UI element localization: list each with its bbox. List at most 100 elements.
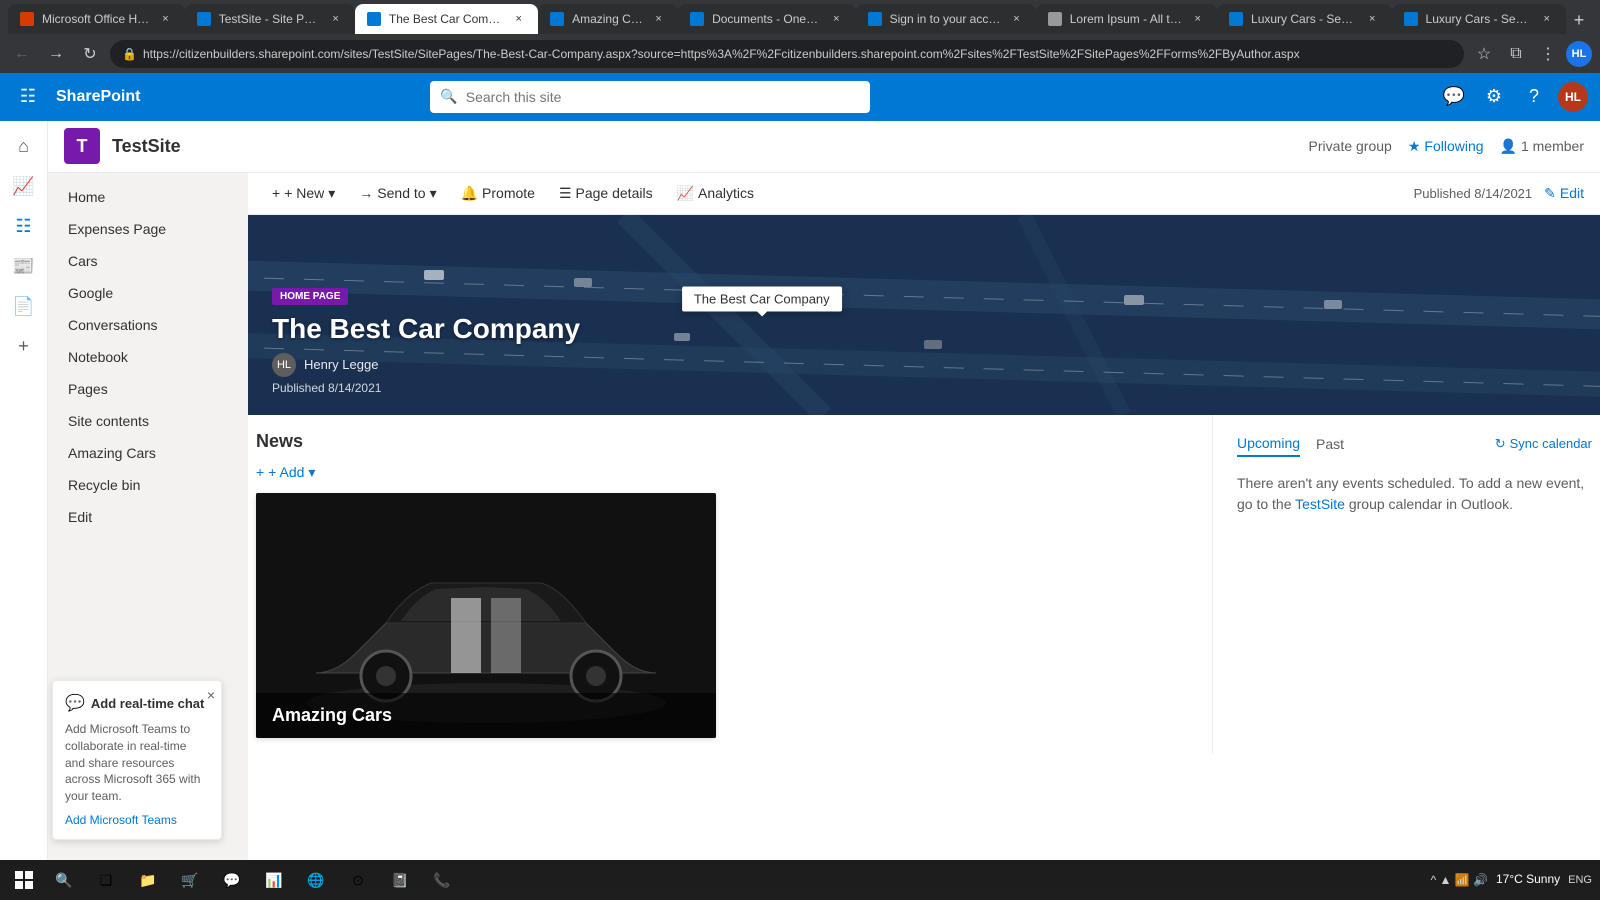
events-tabs: Upcoming Past ↻ Sync calendar — [1237, 431, 1592, 457]
hero-badge: HOME PAGE — [272, 288, 348, 305]
tab-close[interactable]: × — [1009, 11, 1024, 27]
rail-sites-icon[interactable]: ☷ — [6, 209, 42, 245]
extensions-button[interactable]: ⧉ — [1502, 40, 1530, 68]
tab-lorem-ipsum[interactable]: Lorem Ipsum - All the... × — [1036, 4, 1217, 34]
tab-close[interactable]: × — [829, 11, 844, 27]
forward-button[interactable]: → — [42, 40, 70, 68]
sidebar-item-pages[interactable]: Pages — [48, 373, 248, 405]
following-button[interactable]: ★ Following — [1408, 138, 1484, 155]
back-button[interactable]: ← — [8, 40, 36, 68]
send-icon: → — [359, 185, 373, 201]
promote-button[interactable]: 🔔 Promote — [453, 181, 543, 206]
tab-close[interactable]: × — [651, 11, 666, 27]
sidebar-item-google[interactable]: Google — [48, 277, 248, 309]
settings-button[interactable]: ⋮ — [1534, 40, 1562, 68]
tab-close[interactable]: × — [158, 11, 173, 27]
tab-testsite[interactable]: TestSite - Site Pages × — [185, 4, 355, 34]
rail-news-icon[interactable]: 📰 — [6, 249, 42, 285]
testsite-link[interactable]: TestSite — [1295, 496, 1345, 512]
sidebar-item-edit[interactable]: Edit — [48, 501, 248, 533]
analytics-button[interactable]: 📈 Analytics — [669, 181, 762, 206]
add-teams-link[interactable]: Add Microsoft Teams — [65, 813, 209, 827]
sidebar-item-notebook[interactable]: Notebook — [48, 341, 248, 373]
rail-create-icon[interactable]: + — [6, 329, 42, 365]
chat-widget: × 💬 Add real-time chat Add Microsoft Tea… — [52, 680, 222, 840]
new-button[interactable]: + + New ▾ — [264, 181, 343, 206]
rail-home-icon[interactable]: ⌂ — [6, 129, 42, 165]
tab-close[interactable]: × — [511, 11, 526, 27]
tab-sign-in[interactable]: Sign in to your accou... × — [856, 4, 1036, 34]
tray-icons: ^ ▲ 📶 🔊 — [1431, 873, 1488, 887]
site-logo: T — [64, 128, 100, 164]
tab-best-car-company[interactable]: The Best Car Company × — [355, 4, 538, 34]
address-bar[interactable]: 🔒 https://citizenbuilders.sharepoint.com… — [110, 40, 1464, 68]
start-button[interactable] — [8, 864, 40, 896]
sidebar-item-expenses[interactable]: Expenses Page — [48, 213, 248, 245]
past-tab[interactable]: Past — [1316, 432, 1344, 456]
url-text: https://citizenbuilders.sharepoint.com/s… — [143, 47, 1452, 61]
sidebar-item-site-contents[interactable]: Site contents — [48, 405, 248, 437]
chat-header: 💬 Add real-time chat — [65, 693, 209, 713]
taskbar-teams[interactable]: 💬 — [212, 862, 252, 898]
tab-amazing-cars[interactable]: Amazing Cars × — [538, 4, 678, 34]
new-tab-button[interactable]: + — [1566, 6, 1592, 34]
chat-close-button[interactable]: × — [207, 687, 215, 703]
user-avatar[interactable]: HL — [1558, 82, 1588, 112]
settings-icon[interactable]: ⚙ — [1478, 81, 1510, 113]
sidebar-item-cars[interactable]: Cars — [48, 245, 248, 277]
sharepoint-top-nav: ☷ SharePoint 🔍 💬 ⚙ ? HL — [0, 73, 1600, 121]
taskbar-task-view[interactable]: ❑ — [86, 862, 126, 898]
new-icon: + — [272, 185, 280, 201]
news-card[interactable]: Amazing Cars — [256, 493, 716, 738]
sync-calendar-button[interactable]: ↻ Sync calendar — [1495, 436, 1592, 452]
toolbar-icons: ☆ ⧉ ⋮ HL — [1470, 40, 1592, 68]
search-input[interactable] — [466, 89, 861, 105]
weather-label: 17°C Sunny — [1496, 872, 1560, 888]
taskbar-chrome[interactable]: ⊙ — [338, 862, 378, 898]
tab-favicon — [197, 12, 211, 26]
system-tray: ^ ▲ 📶 🔊 — [1431, 873, 1488, 887]
tab-close[interactable]: × — [1365, 11, 1380, 27]
news-section: News + + Add ▾ — [256, 415, 1212, 754]
sync-icon: ↻ — [1495, 436, 1506, 452]
sharepoint-logo[interactable]: SharePoint — [56, 88, 140, 106]
taskbar-edge[interactable]: 🌐 — [296, 862, 336, 898]
page-details-button[interactable]: ☰ Page details — [551, 181, 661, 206]
rail-files-icon[interactable]: 📄 — [6, 289, 42, 325]
tab-close[interactable]: × — [328, 11, 343, 27]
sidebar-item-home[interactable]: Home — [48, 181, 248, 213]
taskbar-skype[interactable]: 📞 — [422, 862, 462, 898]
send-to-button[interactable]: → Send to ▾ — [351, 181, 444, 206]
add-news-button[interactable]: + + Add ▾ — [256, 464, 1196, 481]
rail-activity-icon[interactable]: 📈 — [6, 169, 42, 205]
tab-title: Documents - OneDri... — [712, 12, 821, 26]
taskbar-excel[interactable]: 📊 — [254, 862, 294, 898]
taskbar-file-explorer[interactable]: 📁 — [128, 862, 168, 898]
clock[interactable]: 17°C Sunny — [1496, 872, 1560, 888]
tab-close[interactable]: × — [1190, 11, 1205, 27]
taskbar-search[interactable]: 🔍 — [44, 862, 84, 898]
taskbar-store[interactable]: 🛒 — [170, 862, 210, 898]
page-details-icon: ☰ — [559, 185, 572, 202]
bookmark-button[interactable]: ☆ — [1470, 40, 1498, 68]
profile-button[interactable]: HL — [1566, 41, 1592, 67]
waffle-menu[interactable]: ☷ — [12, 81, 44, 113]
tab-close[interactable]: × — [1539, 11, 1554, 27]
tab-microsoft-office[interactable]: Microsoft Office Home × — [8, 4, 185, 34]
site-content: T TestSite Private group ★ Following 👤 1… — [48, 121, 1600, 860]
sidebar-item-conversations[interactable]: Conversations — [48, 309, 248, 341]
edit-button[interactable]: ✎ Edit — [1544, 185, 1584, 202]
tab-luxury-cars-2[interactable]: Luxury Cars - Sedans × — [1392, 4, 1567, 34]
taskbar-onenote[interactable]: 📓 — [380, 862, 420, 898]
reload-button[interactable]: ↻ — [76, 40, 104, 68]
nav-icons: 💬 ⚙ ? HL — [1438, 81, 1588, 113]
sidebar-item-amazing-cars[interactable]: Amazing Cars — [48, 437, 248, 469]
help-icon[interactable]: ? — [1518, 81, 1550, 113]
site-name[interactable]: TestSite — [112, 136, 181, 157]
chat-icon[interactable]: 💬 — [1438, 81, 1470, 113]
add-chevron: ▾ — [308, 464, 315, 481]
tab-documents[interactable]: Documents - OneDri... × — [678, 4, 856, 34]
sidebar-item-recycle-bin[interactable]: Recycle bin — [48, 469, 248, 501]
tab-luxury-cars-1[interactable]: Luxury Cars - Sedans × — [1217, 4, 1392, 34]
upcoming-tab[interactable]: Upcoming — [1237, 431, 1300, 457]
